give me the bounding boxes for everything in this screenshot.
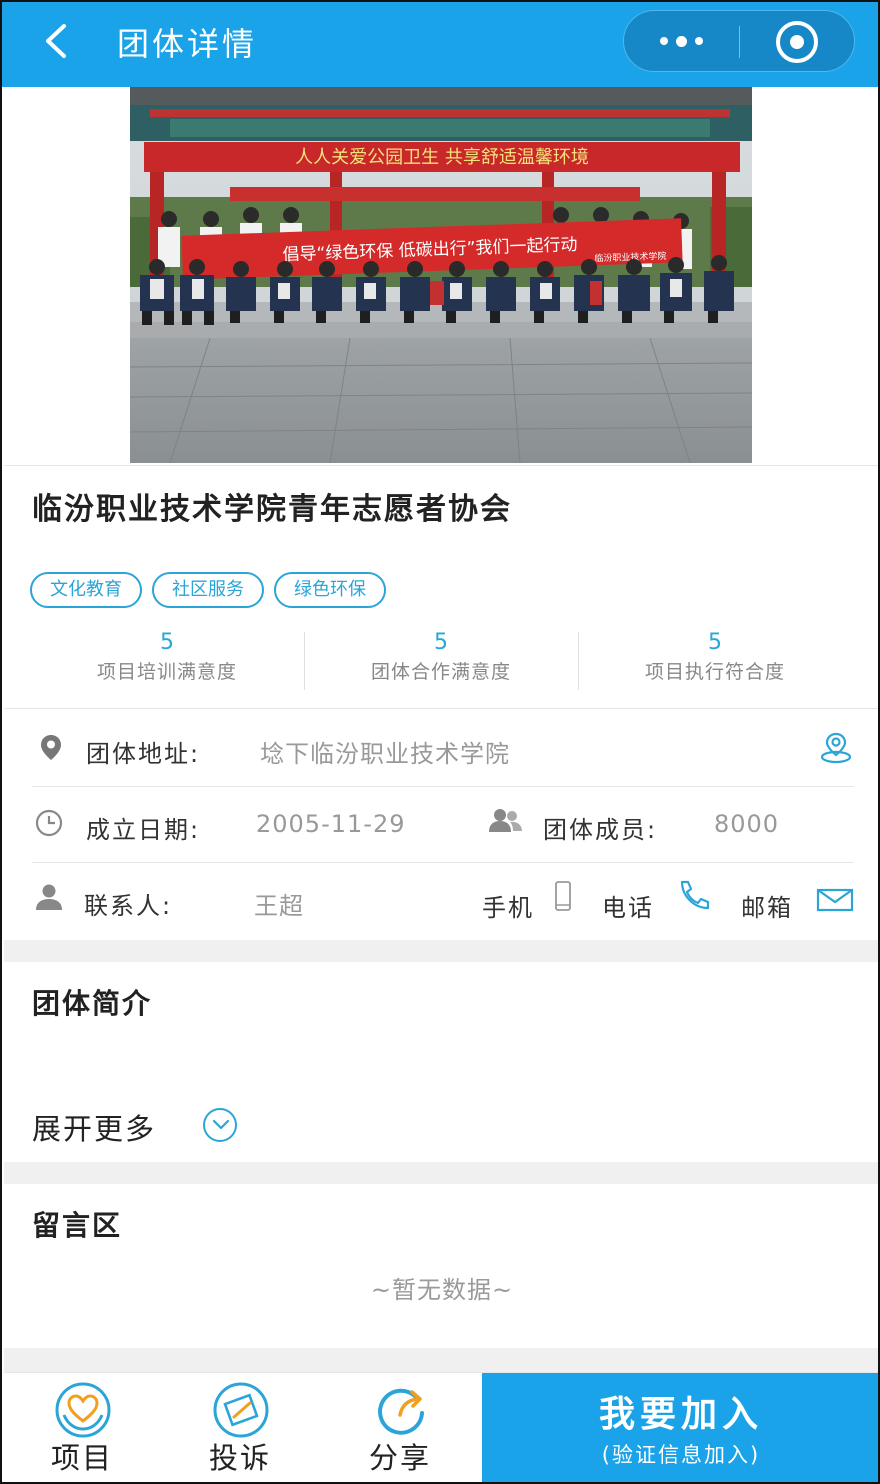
heart-hands-icon [55,1382,111,1438]
join-sub-label: (验证信息加入) [601,1443,761,1467]
address-value: 埝下临汾职业技术学院 [260,740,510,768]
group-photo-image: 人人关爱公园卫生 共享舒适温馨环境 倡导“绿色环保 低碳出行”我们一起行动 临汾… [130,87,752,463]
share-arrow-icon [378,1388,424,1435]
projects-button[interactable]: 项目 [22,1373,142,1482]
stat-label: 项目培训满意度 [96,661,237,683]
stat-value: 5 [434,630,448,655]
app-frame: 团体详情 人人关爱公园卫生 共享舒适温馨环境 倡导“绿色环保 低碳出行”我们一起… [0,0,880,1484]
join-button[interactable]: 我要加入 (验证信息加入) [482,1373,878,1482]
complaint-label: 投诉 [208,1441,271,1475]
expand-more-button[interactable]: 展开更多 [32,1106,156,1148]
target-icon [790,35,804,49]
group-photo: 人人关爱公园卫生 共享舒适温馨环境 倡导“绿色环保 低碳出行”我们一起行动 临汾… [130,87,752,463]
members-icon [489,809,522,832]
back-button[interactable] [34,16,84,66]
page-title: 团体详情 [117,25,258,63]
divider [4,465,878,466]
founded-members-row: 成立日期: 2005-11-29 团体成员: 8000 [32,788,854,864]
section-gap [4,1348,878,1372]
capsule-divider [739,26,740,58]
divider [32,786,854,787]
more-dots-icon [660,37,668,45]
person-icon [36,884,62,910]
chevron-left-icon [46,24,66,58]
stat-label: 项目执行符合度 [644,661,785,683]
section-gap [4,1162,878,1184]
divider [4,708,878,709]
divider [32,862,854,863]
close-button[interactable] [776,21,818,63]
tag-culture-education[interactable]: 文化教育 [30,572,142,608]
chevron-down-icon[interactable] [203,1108,237,1142]
complaint-edit-icon [213,1382,269,1438]
projects-label: 项目 [50,1441,113,1475]
stat-value: 5 [708,630,722,655]
founded-value: 2005-11-29 [256,810,406,838]
top-nav-bar: 团体详情 [2,2,878,87]
empty-state-text: ~暂无数据~ [370,1276,514,1304]
clock-icon [35,809,63,837]
founded-label: 成立日期: [86,816,201,844]
complaint-button[interactable]: 投诉 [180,1373,300,1482]
join-label: 我要加入 [598,1394,763,1435]
rating-stats: 5 项目培训满意度 5 团体合作满意度 5 项目执行符合度 [30,630,852,692]
map-navigate-icon[interactable] [818,730,854,766]
photo-banner-top-text: 人人关爱公园卫生 共享舒适温馨环境 [295,147,589,168]
members-value: 8000 [714,810,780,838]
category-tags: 文化教育 社区服务 绿色环保 [30,572,396,608]
members-label: 团体成员: [543,816,658,844]
contact-label: 联系人: [84,892,173,920]
email-link[interactable]: 邮箱 [741,888,793,923]
stat-execution-conformity: 5 项目执行符合度 [578,630,852,692]
section-gap [4,940,878,962]
intro-title: 团体简介 [32,987,153,1020]
contact-row: 联系人: 王超 手机 电话 邮箱 [32,864,854,940]
phone-icon[interactable] [676,878,714,912]
share-label: 分享 [368,1441,431,1475]
address-label: 团体地址: [86,740,201,768]
org-name: 临汾职业技术学院青年志愿者协会 [32,492,512,527]
phone-link[interactable]: 电话 [602,888,654,923]
stat-training-satisfaction: 5 项目培训满意度 [30,630,304,692]
address-row: 团体地址: 埝下临汾职业技术学院 [32,710,854,786]
tag-community-service[interactable]: 社区服务 [152,572,264,608]
mini-program-capsule [623,10,855,72]
tag-green-environment[interactable]: 绿色环保 [274,572,386,608]
stat-label: 团体合作满意度 [370,661,511,683]
share-button[interactable]: 分享 [340,1373,460,1482]
mail-icon[interactable] [816,888,854,912]
stat-value: 5 [160,630,174,655]
stat-cooperation-satisfaction: 5 团体合作满意度 [304,630,578,692]
contact-value: 王超 [254,892,304,920]
mobile-phone-icon[interactable] [554,880,572,912]
bottom-action-bar: 项目 投诉 分享 我要加入 (验证信息加入) [4,1372,878,1482]
mobile-link[interactable]: 手机 [482,888,534,923]
more-button[interactable] [624,11,739,71]
comments-title: 留言区 [32,1209,123,1242]
location-pin-icon [41,735,61,760]
